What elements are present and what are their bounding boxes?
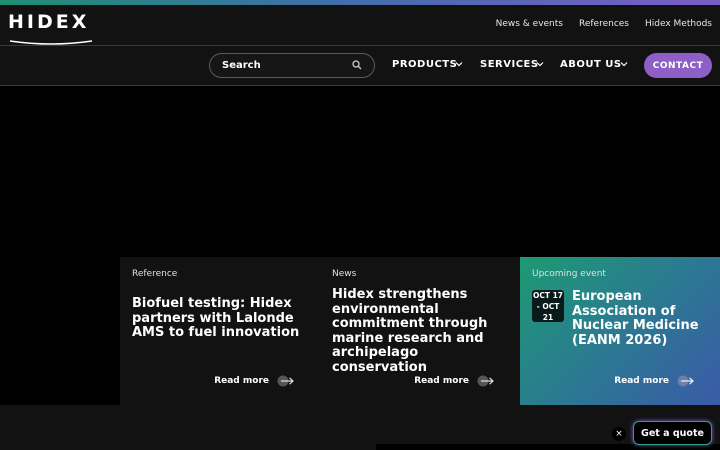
nav-services[interactable]: SERVICES [480, 59, 544, 70]
close-icon[interactable]: × [612, 427, 626, 441]
read-more-label: Read more [214, 376, 269, 386]
contact-button[interactable]: CONTACT [644, 53, 712, 78]
event-date-badge: OCT 17 - OCT 21 [532, 290, 564, 322]
event-card[interactable]: Upcoming event OCT 17 - OCT 21 European … [520, 257, 720, 405]
chevron-down-icon [620, 62, 628, 67]
nav-services-label: SERVICES [480, 59, 539, 70]
event-row: OCT 17 - OCT 21 European Association of … [532, 289, 708, 348]
card-tag: Reference [132, 269, 178, 279]
news-card-reference[interactable]: Reference Biofuel testing: Hidex partner… [120, 257, 320, 405]
main-header: Search PRODUCTS SERVICES ABOUT US CONTAC… [0, 46, 720, 85]
read-more-label: Read more [414, 376, 469, 386]
chevron-down-icon [536, 62, 544, 67]
top-link-references[interactable]: References [579, 19, 629, 29]
card-title[interactable]: Hidex strengthens environmental commitme… [332, 287, 508, 375]
search-icon[interactable] [352, 60, 362, 70]
chevron-down-icon [455, 62, 463, 67]
arrow-right-icon [677, 375, 694, 387]
logo-wordmark: HIDEX [8, 11, 90, 33]
read-more-link[interactable]: Read more [414, 375, 495, 387]
card-tag: News [332, 269, 357, 279]
nav-products[interactable]: PRODUCTS [392, 59, 463, 70]
read-more-label: Read more [614, 376, 669, 386]
hidex-logo[interactable]: HIDEX [8, 11, 94, 45]
nav-about-label: ABOUT US [560, 59, 622, 70]
top-link-hidex-methods[interactable]: Hidex Methods [645, 19, 712, 29]
search-label: Search [222, 60, 261, 71]
get-quote-button[interactable]: Get a quote [633, 421, 712, 445]
top-link-news-events[interactable]: News & events [496, 19, 563, 29]
arrow-right-icon [477, 375, 494, 387]
nav-about-us[interactable]: ABOUT US [560, 59, 628, 70]
read-more-link[interactable]: Read more [214, 375, 295, 387]
utility-header: HIDEX News & events References Hidex Met… [0, 5, 720, 45]
card-tag: Upcoming event [532, 269, 606, 279]
search-input[interactable]: Search [209, 53, 375, 78]
utility-nav: News & events References Hidex Methods [496, 19, 712, 29]
card-title[interactable]: European Association of Nuclear Medicine… [572, 289, 708, 348]
card-title[interactable]: Biofuel testing: Hidex partners with Lal… [132, 296, 308, 341]
nav-products-label: PRODUCTS [392, 59, 458, 70]
arrow-right-icon [277, 375, 294, 387]
news-card-news[interactable]: News Hidex strengthens environmental com… [320, 257, 520, 405]
read-more-link[interactable]: Read more [614, 375, 695, 387]
